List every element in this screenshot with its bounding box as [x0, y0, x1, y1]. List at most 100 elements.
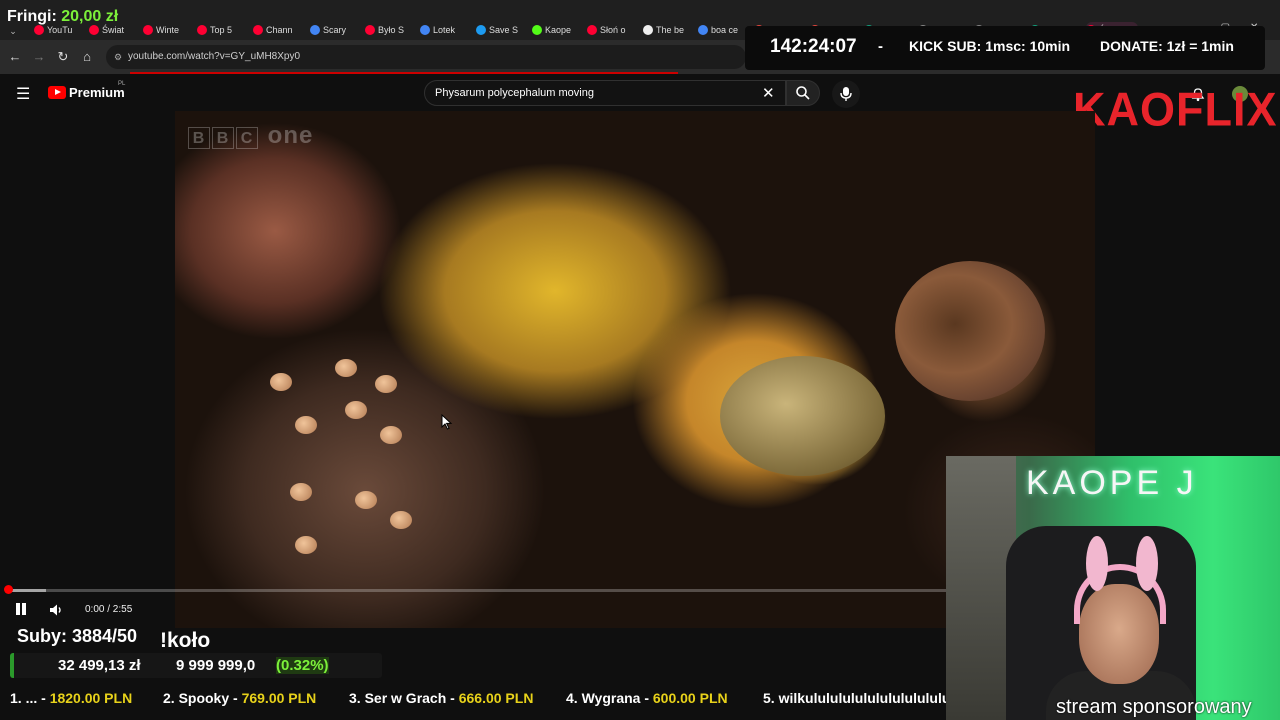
browser-tab[interactable]: Scary	[310, 22, 362, 38]
donate-rate: DONATE: 1zł = 1min	[1100, 38, 1234, 54]
tab-favicon-icon	[698, 25, 708, 35]
acorn-cup	[895, 261, 1045, 401]
ticker-item: 4. Wygrana - 600.00 PLN	[566, 690, 728, 706]
youtube-brand[interactable]: Premium	[69, 85, 125, 100]
ticker-amount: 600.00 PLN	[652, 690, 728, 706]
fringi-label: Fringi:	[7, 8, 57, 25]
hamburger-icon[interactable]: ☰	[16, 84, 30, 104]
search-input[interactable]: Physarum polycephalum moving	[424, 80, 786, 106]
sponsor-label: stream sponsorowany	[1056, 696, 1252, 718]
volume-icon[interactable]	[48, 602, 64, 618]
time-display: 0:00 / 2:55	[85, 604, 133, 615]
tab-label: Lotek	[433, 25, 456, 35]
leaf-spot	[290, 483, 312, 501]
tab-favicon-icon	[587, 25, 597, 35]
fringi-amount: 20,00 zł	[61, 8, 119, 25]
kick-sub-rate: KICK SUB: 1msc: 10min	[909, 38, 1071, 54]
ticker-donor: 2. Spooky -	[163, 690, 238, 706]
acorn	[720, 356, 885, 476]
subs-counter: Suby: 3884/50	[17, 626, 138, 646]
tab-favicon-icon	[253, 25, 263, 35]
tab-label: YouTu	[47, 25, 73, 35]
mic-icon	[840, 87, 852, 101]
tab-favicon-icon	[310, 25, 320, 35]
browser-tab[interactable]: Winte	[143, 22, 195, 38]
ticker-item: 1. ... - 1820.00 PLN	[10, 690, 132, 706]
browser-tab[interactable]: Było S	[365, 22, 417, 38]
ticker-donor: 5. wilkulululululululululululul -	[763, 690, 963, 706]
tab-favicon-icon	[532, 25, 542, 35]
leaf-spot	[355, 491, 377, 509]
ticker-donor: 1. ... -	[10, 690, 46, 706]
tab-favicon-icon	[34, 25, 44, 35]
bunny-ear	[1136, 536, 1158, 591]
goal-percent: (0.32%)	[276, 657, 329, 674]
goal-current: 32 499,13 zł	[58, 657, 141, 674]
ticker-donor: 3. Ser w Grach -	[349, 690, 455, 706]
tab-label: Chann	[266, 25, 293, 35]
browser-tab[interactable]: Lotek	[420, 22, 472, 38]
tab-favicon-icon	[365, 25, 375, 35]
webcam-feed: KAOPE J	[946, 456, 1280, 720]
leaf-spot	[295, 416, 317, 434]
ticker-item: 2. Spooky - 769.00 PLN	[163, 690, 316, 706]
address-bar[interactable]: ⚙ youtube.com/watch?v=GY_uMH8Xpy0	[106, 45, 746, 69]
tab-menu-icon[interactable]: ⌄	[6, 24, 20, 38]
tab-label: The be	[656, 25, 685, 35]
lock-icon[interactable]: ⚙	[114, 45, 122, 69]
ticker-item: 3. Ser w Grach - 666.00 PLN	[349, 690, 533, 706]
reload-icon[interactable]: ↻	[56, 50, 70, 64]
tab-label: Save S	[489, 25, 519, 35]
ticker-amount: 666.00 PLN	[458, 690, 534, 706]
back-icon[interactable]: ←	[8, 50, 22, 64]
leaf-spot	[380, 426, 402, 444]
browser-tab[interactable]: Chann	[253, 22, 305, 38]
forward-icon[interactable]: →	[32, 50, 46, 64]
url-text: youtube.com/watch?v=GY_uMH8Xpy0	[128, 51, 301, 62]
ticker-donor: 4. Wygrana -	[566, 690, 649, 706]
tab-label: boa ce	[711, 25, 739, 35]
tab-favicon-icon	[89, 25, 99, 35]
region-code: PL	[118, 81, 126, 87]
tab-label: Kaope	[545, 25, 572, 35]
tab-favicon-icon	[643, 25, 653, 35]
voice-search-button[interactable]	[832, 80, 860, 108]
home-icon[interactable]: ⌂	[80, 50, 94, 64]
top-donors-ticker: 1. ... - 1820.00 PLN 2. Spooky - 769.00 P…	[0, 688, 1100, 710]
browser-tab[interactable]: boa ce	[698, 22, 750, 38]
tab-label: Scary	[323, 25, 347, 35]
browser-tab[interactable]: Top 5	[197, 22, 249, 38]
tab-label: Top 5	[210, 25, 233, 35]
seek-handle[interactable]	[4, 585, 13, 594]
tab-favicon-icon	[143, 25, 153, 35]
search-button[interactable]	[786, 80, 820, 106]
kolo-command: !koło	[160, 629, 211, 652]
tab-label: Słoń o	[600, 25, 626, 35]
youtube-logo-icon[interactable]	[48, 86, 66, 99]
timer-separator: -	[878, 38, 883, 55]
pause-icon[interactable]	[14, 602, 28, 616]
browser-tab[interactable]: Słoń o	[587, 22, 639, 38]
webcam-neon-sign: KAOPE J	[1026, 464, 1198, 502]
tab-favicon-icon	[420, 25, 430, 35]
goal-target: 9 999 999,0	[176, 657, 256, 674]
clear-icon[interactable]: ✕	[762, 84, 775, 102]
bbc-one-watermark: BBC one	[188, 122, 313, 150]
fringi-counter: Fringi: 20,00 zł	[7, 8, 118, 26]
ticker-amount: 1820.00 PLN	[49, 690, 133, 706]
browser-tab[interactable]: Kaope	[532, 22, 584, 38]
browser-tab[interactable]: The be	[643, 22, 695, 38]
tab-label: Było S	[378, 25, 405, 35]
leaf-spot	[335, 359, 357, 377]
tab-favicon-icon	[197, 25, 207, 35]
seek-bar[interactable]	[8, 589, 1094, 592]
browser-tab[interactable]: Save S	[476, 22, 528, 38]
seek-buffered	[8, 589, 46, 592]
cursor-icon	[441, 414, 453, 430]
leaf-spot	[345, 401, 367, 419]
leaf-spot	[390, 511, 412, 529]
leaf-spot	[295, 536, 317, 554]
ticker-amount: 769.00 PLN	[241, 690, 317, 706]
search-icon	[796, 86, 810, 100]
donation-goal-fill	[10, 653, 14, 678]
